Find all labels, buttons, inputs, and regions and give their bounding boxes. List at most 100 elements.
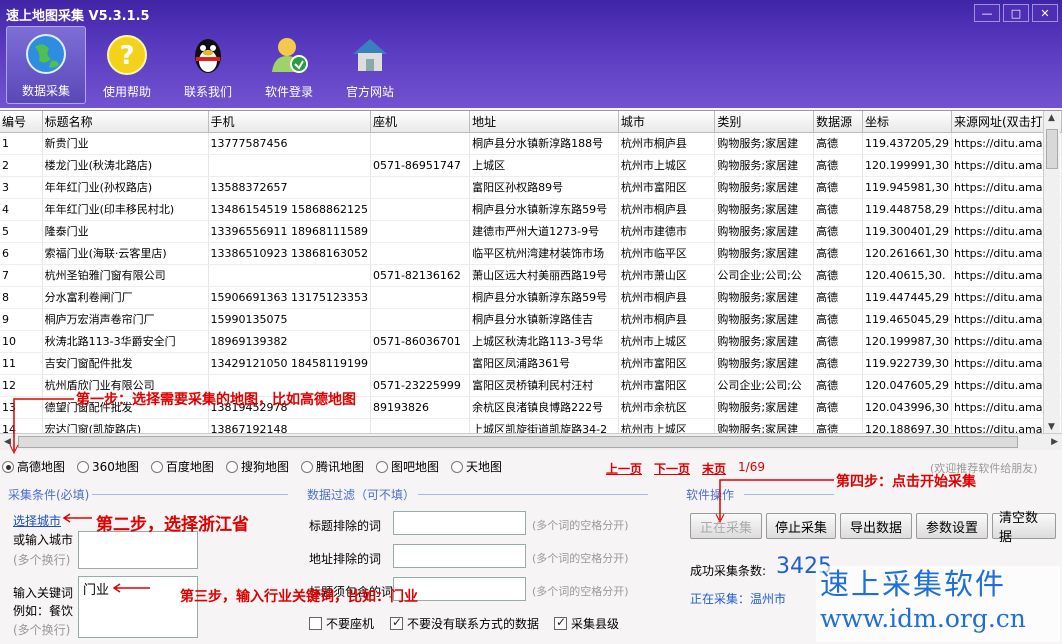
radio-icon[interactable] <box>300 460 313 473</box>
radio-icon[interactable] <box>2 460 14 473</box>
map-radio-option[interactable]: 高德地图 <box>2 458 65 475</box>
maximize-button[interactable]: □ <box>1003 4 1029 22</box>
no-landline-checkbox[interactable]: 不要座机 <box>309 615 374 632</box>
scroll-up-icon[interactable]: ▲ <box>1048 113 1055 123</box>
radio-icon[interactable] <box>450 460 463 473</box>
column-header[interactable]: 编号 <box>0 111 43 133</box>
table-cell: 119.448758,29 <box>862 198 952 221</box>
radio-label: 搜狗地图 <box>240 460 289 474</box>
table-cell: 新贵门业 <box>42 132 209 155</box>
table-cell: 购物服务;家居建 <box>714 418 815 433</box>
city-textarea[interactable] <box>78 531 198 569</box>
table-cell: 上城区秋涛北路113-3号华 <box>469 330 619 353</box>
last-page-link[interactable]: 末页 <box>702 460 726 477</box>
map-radio-option[interactable]: 图吧地图 <box>375 458 439 475</box>
map-radio-option[interactable]: 360地图 <box>77 458 139 475</box>
select-city-link[interactable]: 选择城市 <box>13 512 61 529</box>
table-row[interactable]: 6 索福门业(海联·云客里店) 13386510923 13868163052 临平区… <box>0 242 1062 265</box>
toolbar-website[interactable]: 官方网站 <box>330 26 410 104</box>
next-page-link[interactable]: 下一页 <box>654 460 690 477</box>
scroll-thumb[interactable] <box>1046 129 1058 169</box>
export-data-button[interactable]: 导出数据 <box>840 513 912 539</box>
table-row[interactable]: 8 分水富利卷闸门厂 15906691363 13175123353 桐庐县分水镇新淳… <box>0 286 1062 309</box>
radio-icon[interactable] <box>375 460 388 473</box>
prev-page-link[interactable]: 上一页 <box>606 460 642 477</box>
radio-icon[interactable] <box>225 460 238 473</box>
column-header[interactable]: 地址 <box>469 111 619 133</box>
title-exclude-input[interactable] <box>393 511 526 535</box>
window-controls: — □ ✕ <box>974 4 1058 22</box>
table-cell: 13429121050 18458119199 <box>208 352 371 375</box>
scroll-thumb[interactable] <box>18 436 1018 448</box>
column-header[interactable]: 城市 <box>618 111 716 133</box>
or-input-city-label: 或输入城市 <box>13 533 74 547</box>
divider <box>418 494 648 495</box>
table-row[interactable]: 10 秋涛北路113-3华爵安全门 18969139382 0571-86036701… <box>0 330 1062 353</box>
toolbar-help[interactable]: ? 使用帮助 <box>87 26 167 104</box>
table-cell: 桐庐县分水镇新淳东路59号 <box>469 286 619 309</box>
county-level-checkbox[interactable]: 采集县级 <box>554 615 619 632</box>
map-radio-option[interactable]: 天地图 <box>450 458 502 475</box>
table-cell: 杭州圣铂雅门窗有限公司 <box>42 264 209 287</box>
table-row[interactable]: 2 楼龙门业(秋涛北路店) 0571-86951747 上城区 杭州市上城区 购物服务;家… <box>0 154 1062 177</box>
vertical-scrollbar[interactable]: ▲ ▼ <box>1043 111 1060 433</box>
table-cell: 购物服务;家居建 <box>714 286 815 309</box>
column-header[interactable]: 座机 <box>370 111 471 133</box>
radio-icon[interactable] <box>77 460 90 473</box>
table-cell: 高德 <box>813 154 863 177</box>
column-header[interactable]: 类别 <box>714 111 815 133</box>
map-radio-option[interactable]: 搜狗地图 <box>225 458 289 475</box>
column-header[interactable]: 坐标 <box>862 111 952 133</box>
table-row[interactable]: 4 年年红门业(印丰移民村北) 13486154519 15868862125 桐庐县… <box>0 198 1062 221</box>
toolbar-login[interactable]: 软件登录 <box>249 26 329 104</box>
table-cell: 高德 <box>813 264 863 287</box>
no-contact-checkbox[interactable]: 不要没有联系方式的数据 <box>390 615 539 632</box>
map-radio-option[interactable]: 腾讯地图 <box>300 458 364 475</box>
table-row[interactable]: 9 桐庐万宏消声卷帘门厂 15990135075 桐庐县分水镇新淳路佳吉 杭州市桐庐县购… <box>0 308 1062 331</box>
map-radio-option[interactable]: 百度地图 <box>150 458 214 475</box>
close-button[interactable]: ✕ <box>1032 4 1058 22</box>
checkbox-box[interactable] <box>309 617 322 630</box>
table-cell: 13588372657 <box>208 176 371 199</box>
toolbar-data-collect[interactable]: 数据采集 <box>6 26 86 104</box>
table-cell: 4 <box>0 198 43 221</box>
checkbox-box[interactable] <box>554 615 567 630</box>
table-row[interactable]: 11 吉安门窗配件批发 13429121050 18458119199 富阳区凤浦路3… <box>0 352 1062 375</box>
address-exclude-input[interactable] <box>393 544 526 568</box>
results-table[interactable]: 编号 标题名称 手机 座机 地址 城市 类别 数据源 坐标 来源网址(双击打 1 新贵门业 13777… <box>0 110 1062 433</box>
table-cell <box>370 198 471 221</box>
table-row[interactable]: 1 新贵门业 13777587456 桐庐县分水镇新淳路188号 杭州市桐庐县 购物服务;… <box>0 132 1062 155</box>
table-cell: 高德 <box>813 220 863 243</box>
table-row[interactable]: 3 年年红门业(孙权路店) 13588372657 富阳区孙权路89号 杭州市富阳区 购物… <box>0 176 1062 199</box>
checkbox-box[interactable] <box>390 615 403 630</box>
table-cell: 高德 <box>813 330 863 353</box>
step4-annotation: 第四步：点击开始采集 <box>836 474 976 490</box>
success-count-label: 成功采集条数: <box>690 564 767 578</box>
table-cell: 89193826 <box>370 396 471 419</box>
column-header[interactable]: 手机 <box>208 111 371 133</box>
column-header[interactable]: 数据源 <box>813 111 863 133</box>
minimize-button[interactable]: — <box>974 4 1000 22</box>
toolbar: 数据采集 ? 使用帮助 联系我们 软件登录 官方网站 <box>6 26 411 104</box>
table-cell: 高德 <box>813 286 863 309</box>
table-cell: 吉安门窗配件批发 <box>42 352 209 375</box>
horizontal-scrollbar[interactable]: ◀ ▶ <box>0 433 1062 450</box>
clear-data-button[interactable]: 清空数据 <box>992 511 1056 545</box>
toolbar-contact[interactable]: 联系我们 <box>168 26 248 104</box>
table-cell: 桐庐县分水镇新淳路188号 <box>469 132 619 155</box>
table-cell: 购物服务;家居建 <box>714 176 815 199</box>
table-cell: 桐庐县分水镇新淳东路59号 <box>469 198 619 221</box>
table-row[interactable]: 5 隆泰门业 13396556911 18968111589 建德市严州大道1273-… <box>0 220 1062 243</box>
table-row[interactable]: 14 宏达门窗(凯旋路店) 13867192148 上城区凯旋街道凯旋路34-2 杭州市… <box>0 418 1062 433</box>
question-icon: ? <box>105 33 149 77</box>
collecting-status: 正在采集：温州市 <box>690 592 787 606</box>
table-cell: 余杭区良渚镇良博路222号 <box>469 396 619 419</box>
settings-button[interactable]: 参数设置 <box>916 513 988 539</box>
column-header[interactable]: 标题名称 <box>42 111 209 133</box>
table-cell <box>370 176 471 199</box>
radio-icon[interactable] <box>150 460 163 473</box>
table-cell: 高德 <box>813 418 863 433</box>
table-row[interactable]: 7 杭州圣铂雅门窗有限公司 0571-82136162 萧山区远大村美丽西路19号 杭州… <box>0 264 1062 287</box>
scroll-down-icon[interactable]: ▼ <box>1048 422 1055 432</box>
scroll-right-icon[interactable]: ▶ <box>1051 437 1058 447</box>
